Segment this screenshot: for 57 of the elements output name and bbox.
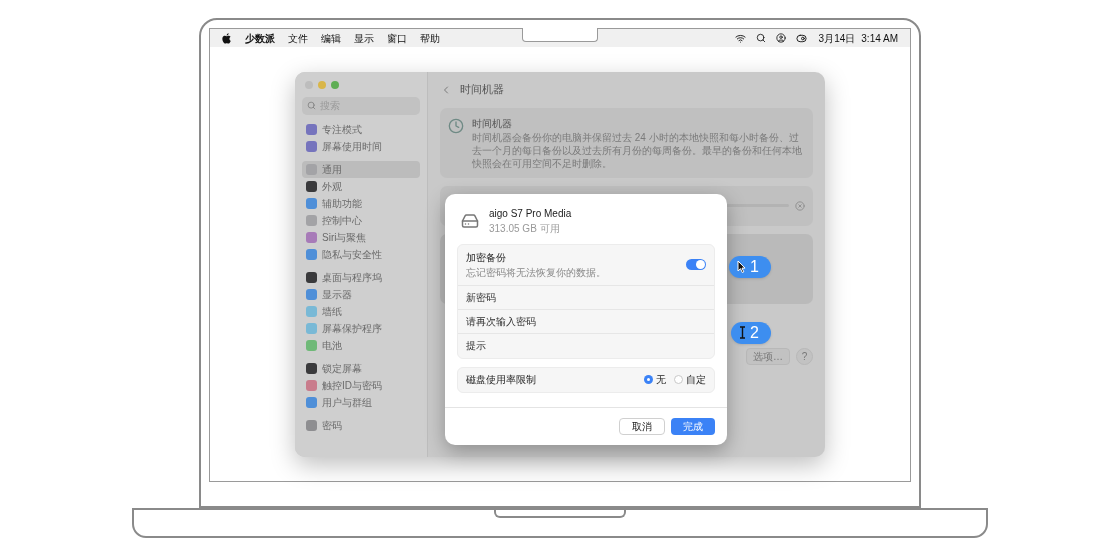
sidebar-item[interactable]: 触控ID与密码 <box>302 376 420 394</box>
menu-item[interactable]: 编辑 <box>321 30 341 46</box>
user-icon[interactable] <box>775 33 786 43</box>
step-number: 1 <box>750 258 759 275</box>
sidebar-item[interactable]: 显示器 <box>302 285 420 303</box>
pane-title: 时间机器 <box>460 82 504 98</box>
menu-time[interactable]: 3:14 AM <box>861 30 898 46</box>
menu-item[interactable]: 窗口 <box>387 30 407 46</box>
sidebar-item[interactable]: 专注模式 <box>302 120 420 138</box>
search-icon <box>307 101 316 110</box>
encrypt-label: 加密备份 <box>466 250 507 265</box>
menu-date[interactable]: 3月14日 <box>818 30 856 46</box>
pointer-icon <box>737 260 747 273</box>
sidebar-item[interactable]: 电池 <box>302 336 420 354</box>
sidebar-item[interactable]: 密码 <box>302 416 420 434</box>
search-icon[interactable] <box>755 33 766 43</box>
sidebar-item[interactable]: 控制中心 <box>302 211 420 229</box>
disk-name: aigo S7 Pro Media <box>489 206 572 221</box>
text-cursor-icon <box>739 326 747 339</box>
sidebar-item[interactable]: 桌面与程序坞 <box>302 268 420 286</box>
done-button[interactable]: 完成 <box>671 417 715 435</box>
password-field[interactable]: 提示 <box>458 333 714 358</box>
drive-icon <box>461 211 479 230</box>
radio-option[interactable]: 自定 <box>674 372 706 387</box>
menu-item[interactable]: 文件 <box>288 30 308 46</box>
help-button[interactable]: ? <box>796 347 813 365</box>
sidebar-item[interactable]: 外观 <box>302 177 420 195</box>
clock-icon <box>448 117 464 134</box>
radio-button[interactable] <box>674 375 683 384</box>
clear-icon[interactable] <box>795 200 805 211</box>
sidebar-item[interactable]: 墙纸 <box>302 302 420 320</box>
sidebar-item[interactable]: 屏幕保护程序 <box>302 319 420 337</box>
sidebar-item[interactable]: 辅助功能 <box>302 194 420 212</box>
wifi-icon[interactable] <box>734 32 746 44</box>
sidebar-item[interactable]: 通用 <box>302 160 420 178</box>
disk-free: 313.05 GB 可用 <box>489 221 561 236</box>
sidebar-item[interactable]: 锁定屏幕 <box>302 359 420 377</box>
encrypt-note: 忘记密码将无法恢复你的数据。 <box>466 265 607 280</box>
cancel-button[interactable]: 取消 <box>619 417 665 435</box>
sidebar-item[interactable]: 隐私与安全性 <box>302 245 420 263</box>
radio-option[interactable]: 无 <box>644 372 666 387</box>
step-number: 2 <box>750 324 759 341</box>
sidebar-item[interactable]: Siri与聚焦 <box>302 228 420 246</box>
limit-label: 磁盘使用率限制 <box>466 373 537 387</box>
options-button[interactable]: 选项… <box>746 347 790 365</box>
password-field[interactable]: 新密码 <box>458 285 714 310</box>
app-menu[interactable]: 少数派 <box>245 30 275 46</box>
radio-button[interactable] <box>644 375 653 384</box>
sidebar-item[interactable]: 屏幕使用时间 <box>302 137 420 155</box>
control-center-icon[interactable] <box>795 32 807 44</box>
password-field[interactable]: 请再次输入密码 <box>458 309 714 334</box>
sidebar-item[interactable]: 用户与群组 <box>302 393 420 411</box>
encrypt-toggle[interactable] <box>686 259 706 270</box>
apple-icon[interactable] <box>222 32 231 44</box>
menu-item[interactable]: 显示 <box>354 30 374 46</box>
menu-item[interactable]: 帮助 <box>420 30 440 46</box>
card-title: 时间机器 <box>472 116 513 131</box>
